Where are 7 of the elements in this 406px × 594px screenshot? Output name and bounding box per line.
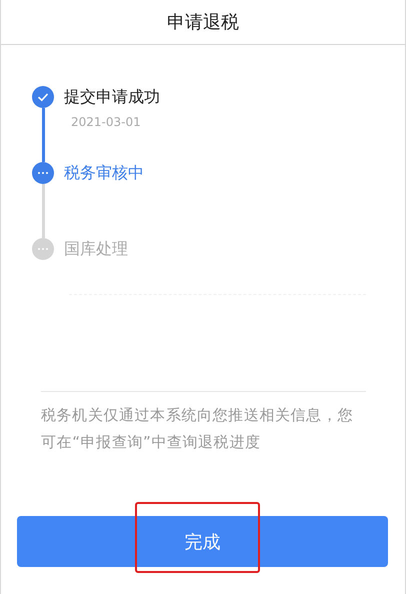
page-title: 申请退税 bbox=[167, 11, 239, 34]
done-button[interactable]: 完成 bbox=[17, 516, 388, 567]
step-date: 2021-03-01 bbox=[71, 115, 141, 129]
notice-text: 税务机关仅通过本系统向您推送相关信息，您可在“申报查询”中查询退税进度 bbox=[41, 405, 354, 453]
step-title: 国库处理 bbox=[64, 238, 128, 260]
step-title: 提交申请成功 bbox=[64, 86, 160, 108]
step-title: 税务审核中 bbox=[64, 162, 144, 184]
